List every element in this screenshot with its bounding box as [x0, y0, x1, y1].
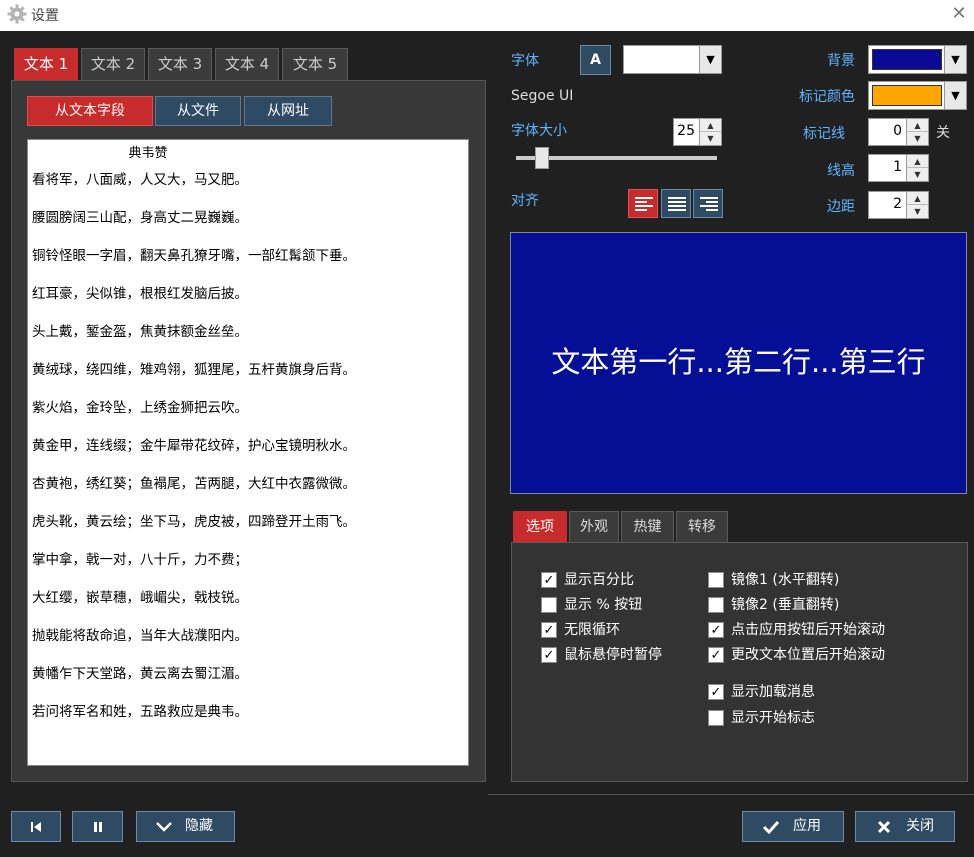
increment-button[interactable]: ▲ — [906, 119, 928, 132]
text-line: 紫火焰，金玲坠，上绣金狮把云吹。 — [32, 400, 248, 416]
font-label: 字体 — [511, 53, 539, 69]
skip-back-icon — [31, 822, 41, 832]
text-line: 红耳豪，尖似锥，根根红发脑后披。 — [32, 286, 248, 302]
tab-text-2[interactable]: 文本 2 — [81, 48, 145, 80]
check-icon — [762, 820, 780, 834]
text-line: 杏黄袍，绣红葵；鱼褟尾，苫两腿，大红中衣露微微。 — [32, 476, 356, 492]
mark-color-swatch — [872, 85, 942, 106]
font-icon: A — [590, 52, 601, 68]
align-center-button[interactable] — [661, 189, 691, 218]
line-height-label: 线高 — [827, 163, 855, 179]
text-lines: 看将军，八面威，人又大，马又肥。 腰圆膀阔三山配，身高丈二晃巍巍。 铜铃怪眼一字… — [32, 161, 356, 731]
text-line: 虎头靴，黄云绘；坐下马，虎皮被，四蹄登开土雨飞。 — [32, 514, 356, 530]
mark-line-value: 0 — [893, 123, 902, 139]
increment-button[interactable]: ▲ — [906, 192, 928, 205]
text-line: 抛戟能将敌命追，当年大战濮阳内。 — [32, 628, 248, 644]
mark-color-combo[interactable]: ▼ — [868, 81, 967, 110]
tab-text-3[interactable]: 文本 3 — [148, 48, 212, 80]
hide-label: 隐藏 — [185, 818, 213, 834]
font-size-slider-thumb[interactable] — [535, 147, 550, 169]
apply-label: 应用 — [793, 818, 821, 834]
tab-text-5[interactable]: 文本 5 — [282, 48, 348, 80]
margin-stepper[interactable]: 2 ▲ ▼ — [868, 191, 929, 219]
close-label: 关闭 — [906, 818, 934, 834]
title-bar: 设置 ✕ — [0, 0, 974, 31]
tab-appearance[interactable]: 外观 — [569, 511, 619, 543]
mark-line-stepper[interactable]: 0 ▲ ▼ — [868, 118, 929, 146]
align-right-button[interactable] — [693, 189, 723, 218]
text-line: 黄幡乍下天堂路，黄云离去蜀江湄。 — [32, 666, 248, 682]
decrement-button[interactable]: ▼ — [906, 132, 928, 145]
mark-color-label: 标记颜色 — [799, 89, 855, 105]
tab-options[interactable]: 选项 — [513, 511, 567, 543]
tab-transfer[interactable]: 转移 — [676, 511, 728, 543]
decrement-button[interactable]: ▼ — [906, 205, 928, 218]
decrement-button[interactable]: ▼ — [699, 132, 721, 145]
line-height-value: 1 — [893, 159, 902, 175]
tab-text-1[interactable]: 文本 1 — [14, 48, 78, 80]
margin-value: 2 — [893, 196, 902, 212]
close-window-button[interactable]: ✕ — [947, 3, 971, 24]
text-line: 头上戴，錾金盔，焦黄抹额金丝垒。 — [32, 324, 248, 340]
text-field[interactable]: 典韦赞 看将军，八面威，人又大，马又肥。 腰圆膀阔三山配，身高丈二晃巍巍。 铜铃… — [27, 139, 469, 766]
checkmark-icon: ✓ — [541, 622, 557, 638]
mark-line-label: 标记线 — [803, 126, 845, 142]
pause-button[interactable] — [72, 811, 123, 842]
background-color-combo[interactable]: ▼ — [868, 45, 967, 74]
decrement-button[interactable]: ▼ — [906, 168, 928, 181]
checkmark-icon: ✓ — [708, 647, 724, 663]
text-title: 典韦赞 — [128, 146, 168, 161]
align-left-button[interactable] — [628, 189, 658, 218]
chevron-down-icon — [156, 822, 172, 832]
text-line: 黄金甲，连线缀；金牛犀带花纹碎，护心宝镜明秋水。 — [32, 438, 356, 454]
checkmark-icon: ✓ — [541, 647, 557, 663]
font-size-value: 25 — [677, 123, 695, 139]
close-icon — [877, 820, 891, 834]
window-title: 设置 — [31, 8, 59, 24]
font-color-combo[interactable]: ▼ — [623, 45, 722, 74]
pause-icon — [93, 822, 102, 832]
gear-icon — [7, 4, 27, 24]
line-height-stepper[interactable]: 1 ▲ ▼ — [868, 154, 929, 182]
skip-to-start-button[interactable] — [11, 811, 61, 842]
divider — [488, 794, 974, 795]
font-size-label: 字体大小 — [511, 123, 567, 139]
from-text-field-button[interactable]: 从文本字段 — [27, 96, 153, 126]
mark-line-state: 关 — [936, 125, 950, 141]
margin-label: 边距 — [827, 199, 855, 215]
checkmark-icon: ✓ — [708, 622, 724, 638]
text-line: 铜铃怪眼一字眉，翻天鼻孔獠牙嘴，一部红髯颔下垂。 — [32, 248, 356, 264]
tab-hotkeys[interactable]: 热键 — [621, 511, 674, 543]
close-button[interactable]: 关闭 — [855, 811, 955, 842]
background-color-swatch — [872, 49, 942, 70]
from-url-button[interactable]: 从网址 — [244, 96, 332, 126]
text-line: 黄绒球，绕四维，雉鸡翎，狐狸尾，五杆黄旗身后背。 — [32, 362, 356, 378]
text-line: 大红缨，嵌草穗，峨嵋尖，戟枝锐。 — [32, 590, 248, 606]
from-file-button[interactable]: 从文件 — [155, 96, 241, 126]
font-picker-button[interactable]: A — [580, 45, 611, 75]
chevron-down-icon: ▼ — [944, 82, 966, 109]
checkmark-icon: ✓ — [541, 572, 557, 588]
text-line: 若问将军名和姓，五路救应是典韦。 — [32, 704, 248, 720]
apply-button[interactable]: 应用 — [742, 811, 844, 842]
font-name: Segoe UI — [511, 88, 574, 104]
preview-area: 文本第一行...第二行...第三行 — [510, 232, 967, 494]
font-size-stepper[interactable]: 25 ▲ ▼ — [673, 118, 722, 146]
text-line: 看将军，八面威，人又大，马又肥。 — [32, 172, 248, 188]
increment-button[interactable]: ▲ — [906, 155, 928, 168]
checkmark-icon: ✓ — [708, 684, 724, 700]
align-label: 对齐 — [511, 193, 539, 209]
chevron-down-icon: ▼ — [699, 46, 721, 73]
tab-text-4[interactable]: 文本 4 — [215, 48, 279, 80]
background-label: 背景 — [827, 53, 855, 69]
increment-button[interactable]: ▲ — [699, 119, 721, 132]
chevron-down-icon: ▼ — [944, 46, 966, 73]
hide-button[interactable]: 隐藏 — [136, 811, 235, 842]
text-line: 掌中拿，戟一对，八十斤，力不费； — [32, 552, 248, 568]
text-line: 腰圆膀阔三山配，身高丈二晃巍巍。 — [32, 210, 248, 226]
